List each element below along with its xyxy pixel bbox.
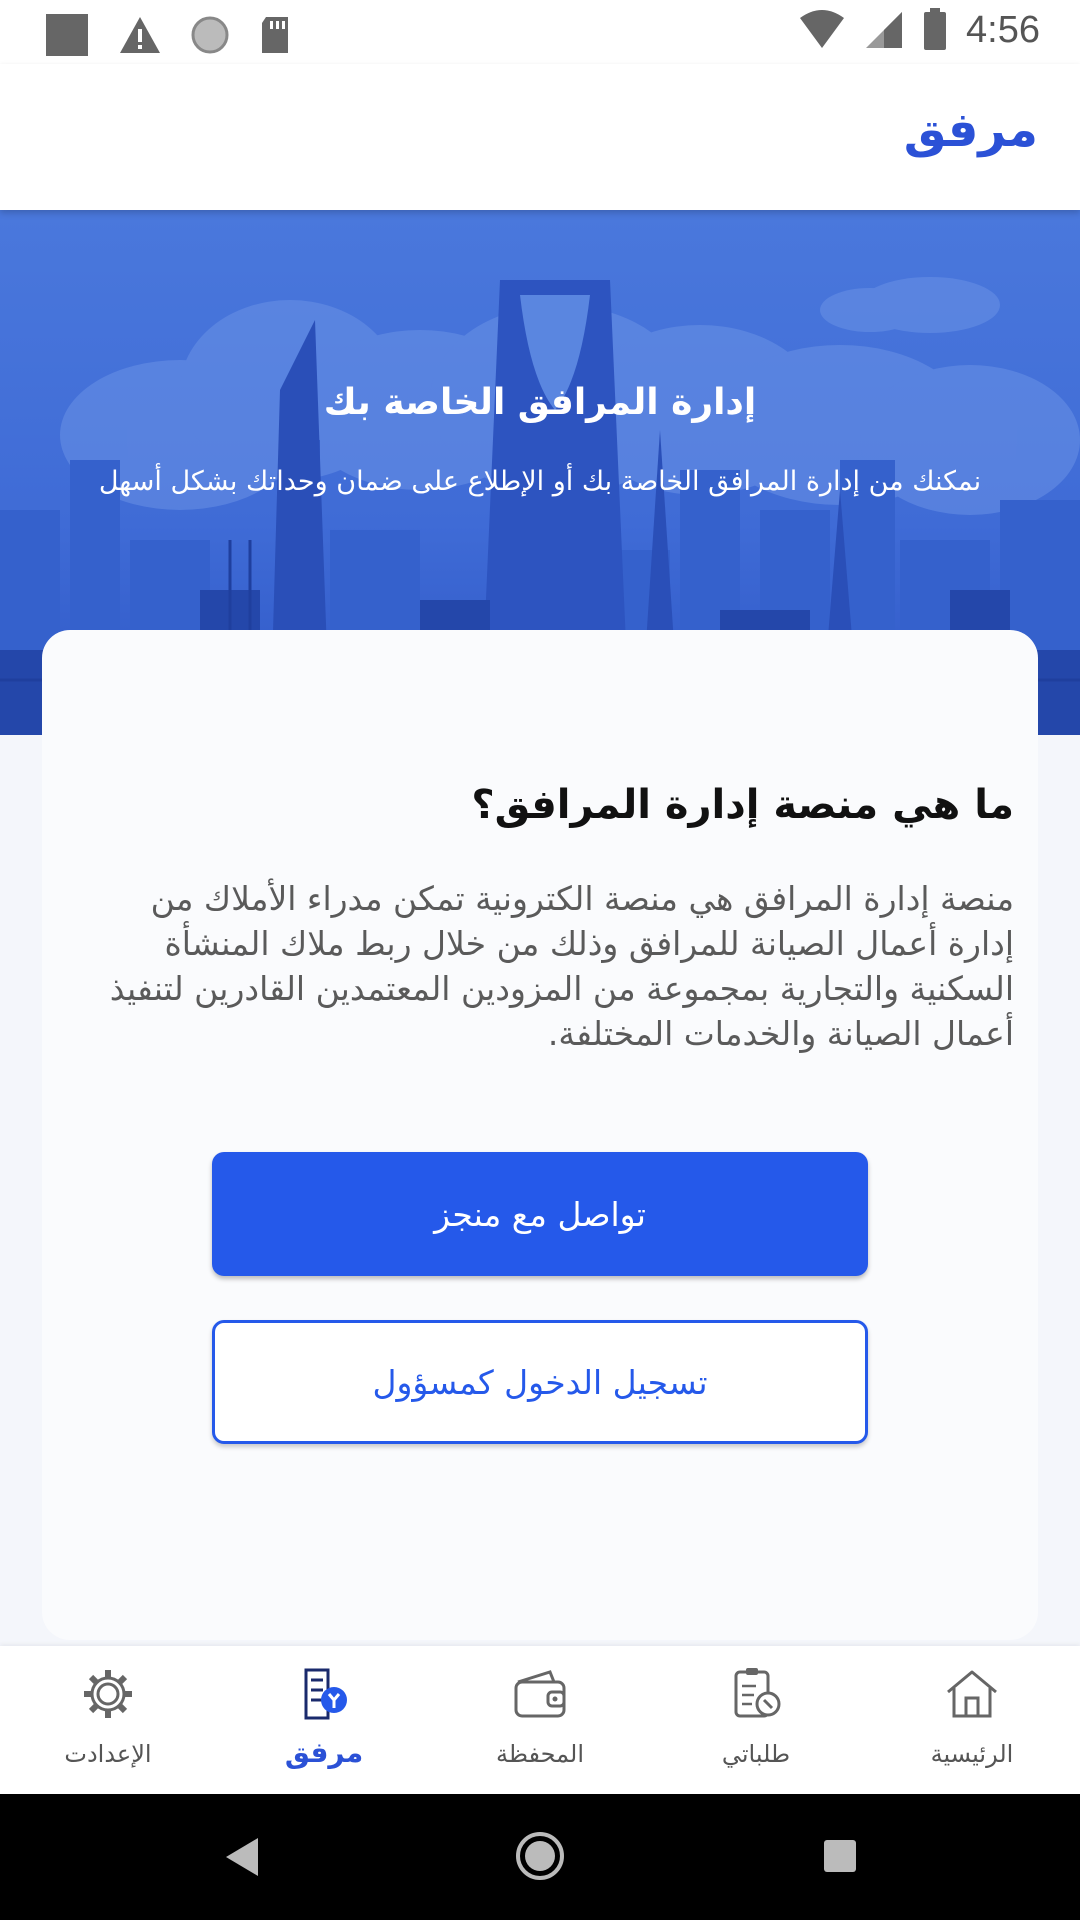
nav-label-wallet: المحفظة xyxy=(495,1740,585,1768)
battery-icon xyxy=(924,8,947,50)
clock: 4:56 xyxy=(966,8,1040,51)
wifi-icon xyxy=(800,10,845,48)
nav-item-settings[interactable]: الإعدادت xyxy=(0,1646,216,1794)
facility-icon xyxy=(304,1668,347,1720)
nav-label-home: الرئيسية xyxy=(930,1740,1014,1768)
info-card: ما هي منصة إدارة المرافق؟ منصة إدارة الم… xyxy=(42,630,1038,1640)
home-nav-icon[interactable] xyxy=(514,1830,566,1882)
bottom-navigation: الإعدادت مرفق المحفظة طلباتي الرئيسية xyxy=(0,1646,1080,1794)
back-icon[interactable] xyxy=(222,1834,262,1880)
app-square-icon xyxy=(46,14,88,56)
settings-icon xyxy=(84,1670,132,1718)
nav-label-settings: الإعدادت xyxy=(64,1740,152,1768)
signal-icon xyxy=(866,12,903,48)
admin-login-button[interactable]: تسجيل الدخول كمسؤول xyxy=(212,1320,868,1444)
card-description: منصة إدارة المرافق هي منصة الكترونية تمك… xyxy=(109,879,1014,1053)
card-heading: ما هي منصة إدارة المرافق؟ xyxy=(471,782,1014,828)
system-nav-bar xyxy=(0,1794,1080,1920)
nav-label-facility: مرفق xyxy=(284,1736,364,1769)
app-bar: مرفق xyxy=(0,64,1080,210)
warning-icon xyxy=(120,17,160,53)
hero-title: إدارة المرافق الخاصة بك xyxy=(323,382,757,423)
page-title: مرفق xyxy=(903,102,1038,158)
sd-card-icon xyxy=(262,17,288,53)
notification-icons xyxy=(44,12,292,58)
nav-item-facility[interactable]: مرفق xyxy=(216,1646,432,1794)
sync-icon xyxy=(191,16,229,54)
requests-icon xyxy=(734,1668,781,1718)
status-bar: 4:56 xyxy=(0,0,1080,64)
nav-item-wallet[interactable]: المحفظة xyxy=(432,1646,648,1794)
contact-button[interactable]: تواصل مع منجز xyxy=(212,1152,868,1276)
hero-subtitle: نمكنك من إدارة المرافق الخاصة بك أو الإط… xyxy=(98,466,982,497)
recents-icon[interactable] xyxy=(820,1836,860,1876)
home-icon xyxy=(947,1670,997,1718)
nav-item-requests[interactable]: طلباتي xyxy=(648,1646,864,1794)
nav-item-home[interactable]: الرئيسية xyxy=(864,1646,1080,1794)
wallet-icon xyxy=(514,1670,566,1718)
system-status: 4:56 xyxy=(798,8,1040,52)
nav-label-requests: طلباتي xyxy=(721,1740,791,1768)
